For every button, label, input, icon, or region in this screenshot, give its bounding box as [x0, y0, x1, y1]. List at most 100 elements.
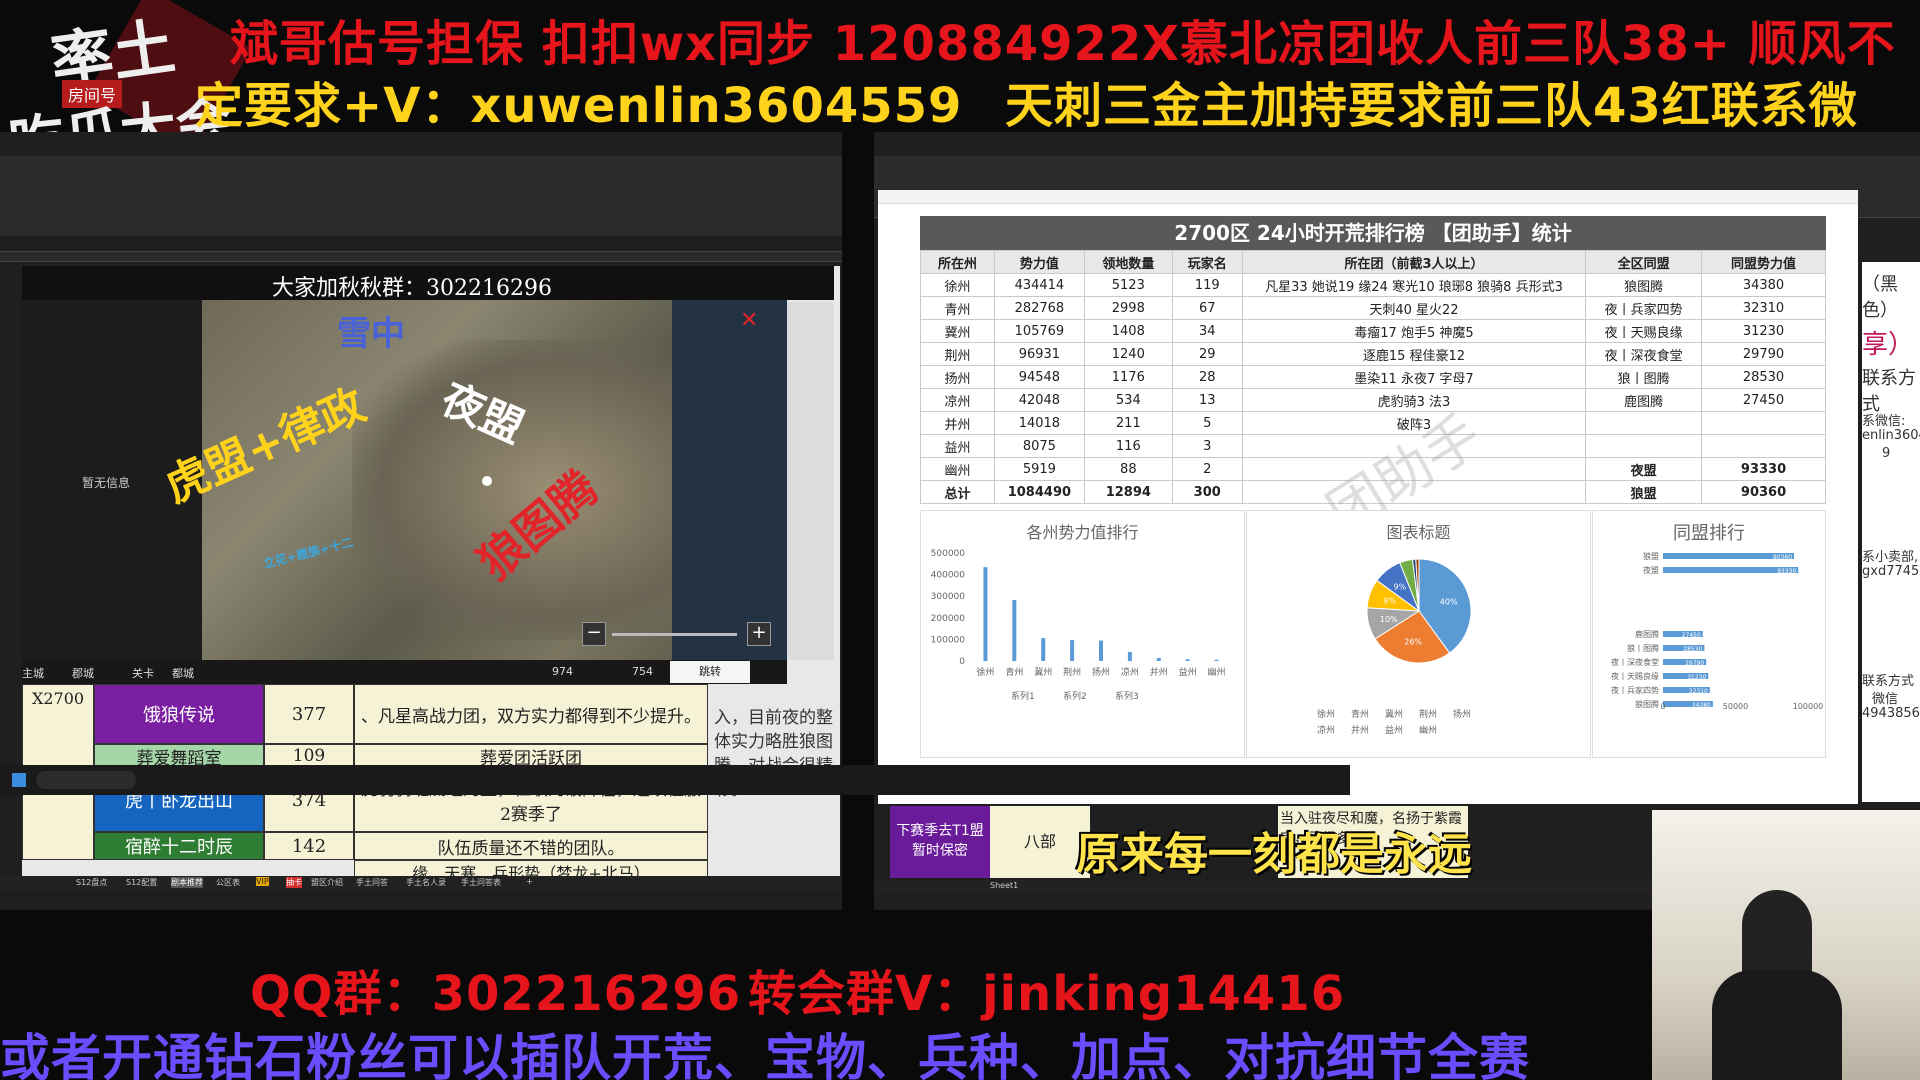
tab-4[interactable]: VIP — [256, 877, 269, 886]
ranking-cell: 119 — [1171, 273, 1243, 297]
chart3-ytick: 夜丨兵家四势 — [1611, 685, 1659, 695]
ranking-cell: 幽州 — [920, 457, 995, 481]
chart1-xtick: 并州 — [1150, 666, 1168, 678]
chart3-xtick: 100000 — [1793, 702, 1824, 711]
ranking-cell: 282768 — [993, 296, 1085, 320]
ranking-cell: 荆州 — [920, 342, 995, 366]
jump-button[interactable]: 跳转 — [670, 661, 750, 683]
ranking-cell: 凉州 — [920, 388, 995, 412]
ranking-cell: 3 — [1171, 434, 1243, 458]
chart2-label: 9% — [1394, 582, 1407, 591]
bottom-mid-cell: 八部 — [990, 806, 1090, 878]
tab-5[interactable]: 抽卡 — [286, 877, 302, 888]
ranking-cell: 90360 — [1701, 480, 1826, 504]
sheet1-tab[interactable]: Sheet1 — [990, 881, 1018, 890]
col-land: 领地数量 — [1083, 250, 1173, 274]
game-map[interactable]: 暂无信息 雪中 虎盟+律政 夜盟 狼图腾 立花+鹿族+十二 ✕ − + — [22, 300, 787, 660]
side-l5: enlin3604 — [1862, 428, 1920, 443]
chart1-bar — [1070, 640, 1075, 661]
col-players: 玩家名 — [1171, 250, 1243, 274]
tab-3[interactable]: 公区表 — [216, 877, 240, 888]
chart1-xtick: 幽州 — [1208, 667, 1226, 678]
chart3-xtick: 0 — [1660, 702, 1665, 711]
chart1-xtick: 扬州 — [1092, 666, 1110, 678]
side-l6: 9 — [1882, 446, 1891, 461]
ranking-cell: 105769 — [993, 319, 1085, 343]
tab-9[interactable]: 手土问答表 — [461, 877, 501, 888]
chart1-ytick: 0 — [959, 657, 965, 667]
ranking-cell: 94548 — [993, 365, 1085, 389]
chart-state-power: 各州势力值排行 0 100000 200000 300000 400000 500000 徐… — [920, 510, 1245, 758]
ranking-cell: 凡星33 她说19 缘24 寒光10 琅琊8 狼骑8 兵形式3 — [1241, 273, 1587, 297]
ranking-cell — [1585, 434, 1703, 458]
ranking-cell: 1176 — [1083, 365, 1173, 389]
chart1-ytick: 200000 — [931, 614, 966, 624]
zoom-in-button[interactable]: + — [747, 622, 771, 646]
chart2-svg: 40% 26% 10% 9% 9% 徐州 青州 冀州 荆州 扬州凉州 并州 益州 幽州 — [1317, 558, 1472, 736]
tab-8[interactable]: 手土名人录 — [406, 877, 446, 888]
ranking-cell: 并州 — [920, 411, 995, 435]
left-titlebar — [0, 132, 842, 156]
legend-county: 郡城 — [72, 667, 94, 680]
tab-0[interactable]: S12盘点 — [76, 877, 107, 888]
tab-1[interactable]: S12配置 — [126, 877, 157, 888]
side-l4: 系微信: — [1862, 414, 1906, 429]
ranking-cell: 狼图腾 — [1585, 273, 1703, 297]
ranking-cell: 300 — [1171, 480, 1243, 504]
ranking-cell: 1240 — [1083, 342, 1173, 366]
chart1-xtick: 益州 — [1179, 666, 1197, 678]
label-snow: 雪中 — [337, 314, 405, 354]
row1-num: 377 — [264, 684, 354, 744]
ranking-row: 凉州 42048 534 13 虎豹骑3 法3 鹿图腾 27450 — [920, 388, 1826, 412]
chart1-bar — [1099, 640, 1103, 661]
chart2-legend: 幽州 — [1419, 725, 1437, 736]
coord-y: 754 — [632, 665, 653, 678]
chart1-bar — [1012, 599, 1017, 661]
ranking-cell: 5919 — [993, 457, 1085, 481]
chart1-xtick: 冀州 — [1034, 666, 1052, 678]
location-pin-icon — [482, 476, 492, 486]
zoom-slider[interactable] — [612, 633, 737, 636]
ranking-cell: 8075 — [993, 434, 1085, 458]
ranking-cell: 5123 — [1083, 273, 1173, 297]
chart1-bar — [1041, 638, 1046, 661]
side-l11: 494385610 — [1862, 706, 1920, 721]
chart3-value: 29790 — [1685, 660, 1704, 667]
ranking-cell: 益州 — [920, 434, 995, 458]
right-titlebar — [874, 132, 1920, 156]
row1-desc: 、凡星高战力团，双方实力都得到不少提升。 — [354, 684, 708, 744]
chart1-legend: 系列3 — [1115, 690, 1139, 702]
ranking-report: 2700区 24小时开荒排行榜 【团助手】统计 所在州 势力值 领地数量 玩家名… — [878, 190, 1858, 804]
map-close-icon[interactable]: ✕ — [740, 308, 758, 333]
chart1-ytick: 300000 — [931, 592, 966, 602]
chart1-legend: 系列2 — [1063, 690, 1087, 702]
chart2-legend: 扬州 — [1453, 708, 1471, 720]
ranking-cell: 32310 — [1701, 296, 1826, 320]
ranking-cell: 13 — [1171, 388, 1243, 412]
ranking-cell: 青州 — [920, 296, 995, 320]
row4-desc: 队伍质量还不错的团队。 — [354, 832, 708, 860]
tab-7[interactable]: 手土问答 — [356, 877, 388, 888]
windows-start-icon[interactable] — [12, 773, 26, 787]
chart3-value: 90360 — [1773, 554, 1792, 561]
col-power: 势力值 — [993, 250, 1085, 274]
ranking-cell: 冀州 — [920, 319, 995, 343]
ranking-cell: 434414 — [993, 273, 1085, 297]
chart3-ytick: 夜盟 — [1643, 565, 1659, 575]
chart1-ytick: 100000 — [931, 635, 966, 645]
chart2-legend: 益州 — [1385, 724, 1403, 736]
row1-name[interactable]: 饿狼传说 — [94, 684, 264, 744]
left-sheet: 大家加秋秋群：302216296 暂无信息 雪中 虎盟+律政 夜盟 狼图腾 立花… — [22, 266, 840, 890]
ranking-cell: 毒瘤17 炮手5 神魔5 — [1241, 319, 1587, 343]
banner-top-4: 天刺三金主加持要求前三队43红联系微 — [1005, 78, 1858, 134]
left-formula-bar[interactable] — [0, 236, 842, 252]
tab-2[interactable]: 剧本推荐 — [171, 877, 203, 888]
chart1-bar — [1127, 651, 1132, 661]
ranking-cell: 211 — [1083, 411, 1173, 435]
zoom-out-button[interactable]: − — [582, 622, 606, 646]
ranking-row: 扬州 94548 1176 28 墨染11 永夜7 字母7 狼丨图腾 28530 — [920, 365, 1826, 389]
add-sheet-button[interactable]: + — [526, 877, 533, 886]
tab-6[interactable]: 盟区介绍 — [311, 877, 343, 888]
row4-name[interactable]: 宿醉十二时辰 — [94, 832, 264, 860]
taskbar-search-input[interactable] — [36, 771, 136, 789]
